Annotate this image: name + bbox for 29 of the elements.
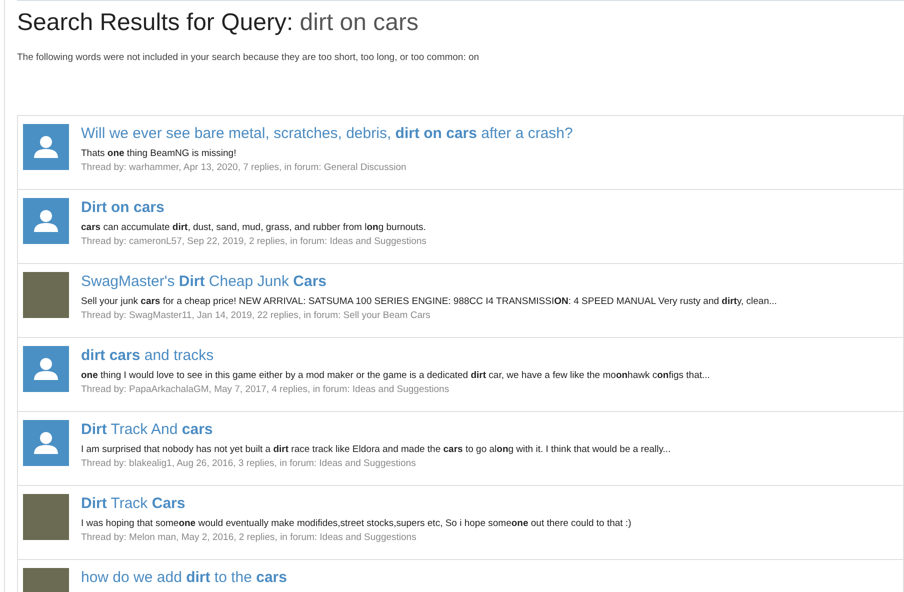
thread-title-link[interactable]: SwagMaster's Dirt Cheap Junk Cars — [81, 272, 777, 292]
thread-title-link[interactable]: Will we ever see bare metal, scratches, debris, dirt on cars after a crash? — [81, 124, 573, 144]
result-snippet: I was hoping that someone would eventually make modifides,street stocks,supers etc, So i hope someone out there could to that :) — [81, 517, 632, 532]
result-snippet: Sell your junk cars for a cheap price! NEW ARRIVAL: SATSUMA 100 SERIES ENGINE: 988CC I4 TRANSMISSION: 4 SPEED MANUAL Very rusty and dirty, clean... — [81, 295, 777, 310]
page-title: Search Results for Query: dirt on cars — [17, 9, 420, 37]
result-snippet: I am surprised that nobody has not yet built a dirt race track like Eldora and made the cars to go along with it. I think that would be a really... — [81, 443, 671, 458]
thread-meta: Thread by: SwagMaster11, Jan 14, 2019, 22 replies, in forum: Sell your Beam Cars — [81, 309, 432, 324]
thread-title-link[interactable]: dirt cars and tracks — [81, 346, 710, 366]
thread-title-link[interactable]: Dirt Track Cars — [81, 494, 632, 514]
result-snippet: one thing I would love to see in this game either by a mod maker or the game is a dedicated dirt car, we have a few like the moonhawk configs that... — [81, 369, 710, 384]
thread-meta: Thread by: Melon man, May 2, 2016, 2 replies, in forum: Ideas and Suggestions — [81, 531, 418, 546]
thread-meta: Thread by: warhammer, Apr 13, 2020, 7 replies, in forum: General Discussion — [81, 161, 408, 176]
thread-title-link[interactable]: Dirt Track And cars — [81, 420, 671, 440]
result-snippet: Thats one thing BeamNG is missing! — [81, 147, 238, 162]
user-silhouette-icon — [33, 209, 59, 234]
notice-text: The following words were not included in your search because they are too short, too long, or too common: on — [17, 51, 480, 65]
avatar[interactable] — [23, 198, 69, 244]
avatar[interactable] — [23, 420, 69, 466]
user-silhouette-icon — [33, 357, 59, 382]
thread-title-link[interactable]: Dirt on cars — [81, 198, 426, 218]
avatar[interactable] — [23, 346, 69, 392]
avatar[interactable] — [23, 124, 69, 170]
thread-meta: Thread by: PapaArkachalaGM, May 7, 2017, 4 replies, in forum: Ideas and Suggestions — [81, 383, 450, 398]
user-silhouette-icon — [33, 431, 59, 456]
result-snippet: cars can accumulate dirt, dust, sand, mud, grass, and rubber from long burnouts. — [81, 221, 426, 236]
thread-meta: Thread by: cameronL57, Sep 22, 2019, 2 replies, in forum: Ideas and Suggestions — [81, 235, 426, 250]
user-silhouette-icon — [33, 135, 59, 160]
thread-title-link[interactable]: how do we add dirt to the cars — [81, 568, 287, 588]
thread-meta: Thread by: blakealig1, Aug 26, 2016, 3 replies, in forum: Ideas and Suggestions — [81, 457, 417, 472]
